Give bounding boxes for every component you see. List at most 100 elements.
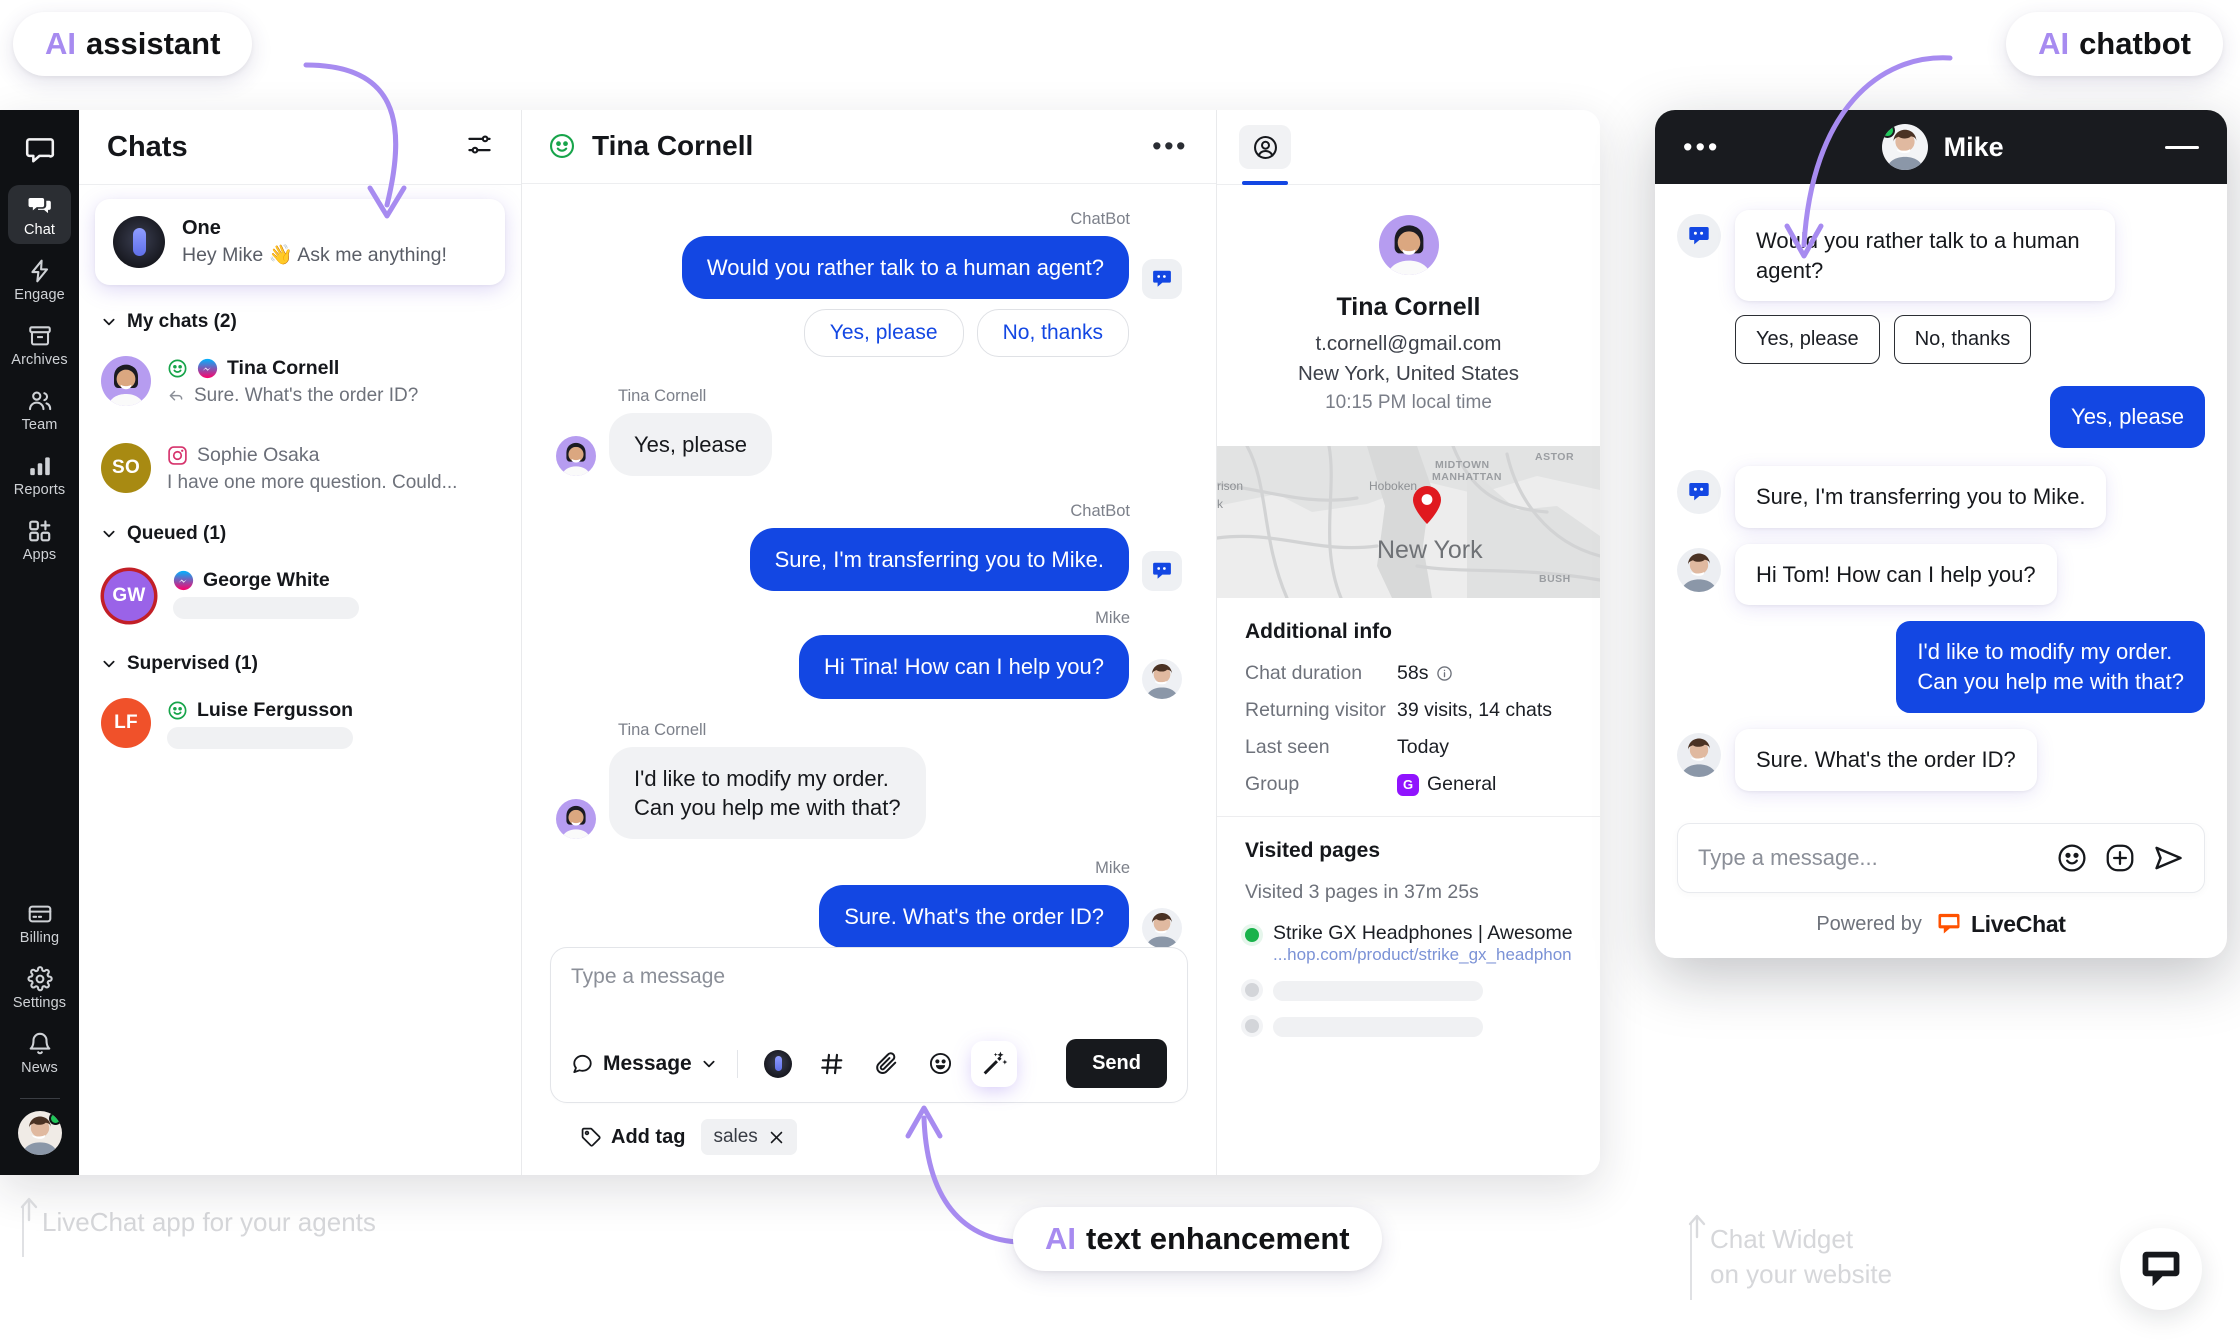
- widget-quick-reply-no[interactable]: No, thanks: [1893, 315, 2032, 365]
- composer-mode-label: Message: [603, 1051, 692, 1075]
- message-row: Sure. What's the order ID?: [556, 885, 1182, 947]
- sidebar-item-news-label: News: [21, 1060, 58, 1076]
- chat-group-queued[interactable]: Queued (1): [101, 523, 505, 545]
- visited-page-text: Strike GX Headphones | Awesome ...hop.co…: [1273, 922, 1573, 965]
- one-ai-icon[interactable]: [758, 1044, 798, 1084]
- widget-footer: Type a message... Powered by LiveChat: [1655, 813, 2227, 958]
- avatar: [556, 436, 596, 477]
- conversation-header-left: Tina Cornell: [548, 130, 753, 162]
- visited-page-title: Strike GX Headphones | Awesome: [1273, 922, 1573, 944]
- sidebar-item-chat-label: Chat: [23, 222, 56, 238]
- info-value: 39 visits, 14 chats: [1397, 699, 1552, 721]
- conversation-title: Tina Cornell: [592, 130, 754, 162]
- message-composer: Type a message Message Send: [550, 947, 1188, 1103]
- visited-page-item[interactable]: Strike GX Headphones | Awesome ...hop.co…: [1245, 922, 1573, 965]
- widget-message-bubble: I'd like to modify my order. Can you hel…: [1896, 621, 2205, 713]
- add-tag-label: Add tag: [611, 1125, 686, 1148]
- sidebar-item-billing-label: Billing: [19, 930, 60, 946]
- chat-group-supervised[interactable]: Supervised (1): [101, 653, 505, 675]
- svg-text:BUSH: BUSH: [1539, 573, 1571, 585]
- sidebar-item-chat[interactable]: Chat: [8, 185, 71, 244]
- message-group-tina-2: Tina Cornell I'd like to modify my order…: [556, 721, 1182, 840]
- widget-header: ••• Mike: [1655, 110, 2227, 184]
- quick-reply-no[interactable]: No, thanks: [976, 308, 1129, 357]
- callout-ai-chatbot: AI chatbot: [2006, 12, 2223, 76]
- message-group-mike-2: Mike Sure. What's the order ID?: [556, 859, 1182, 947]
- more-horizontal-icon[interactable]: •••: [1152, 132, 1188, 160]
- visited-page-item[interactable]: [1245, 1013, 1572, 1037]
- chat-list-item-george[interactable]: GW George White: [95, 561, 505, 631]
- send-button[interactable]: Send: [1066, 1039, 1167, 1088]
- chat-list-item-luise[interactable]: LF Luise Fergusson: [95, 691, 505, 756]
- chat-bubble-icon: [2142, 1251, 2180, 1287]
- tag-chip-sales[interactable]: sales: [701, 1119, 797, 1155]
- sidebar-item-team[interactable]: Team: [8, 380, 71, 439]
- callout-ai-assistant-text: assistant: [86, 26, 221, 61]
- send-plane-icon[interactable]: [2152, 842, 2184, 874]
- widget-message-row: Yes, please: [1677, 386, 2205, 449]
- visited-page-item[interactable]: [1245, 977, 1572, 1001]
- chat-widget-launcher-button[interactable]: [2120, 1228, 2202, 1310]
- ai-assistant-card-one[interactable]: One Hey Mike 👋 Ask me anything!: [95, 199, 505, 285]
- message-group-mike-1: Mike Hi Tina! How can I help you?: [556, 609, 1182, 699]
- customer-local-time: 10:15 PM local time: [1325, 392, 1492, 413]
- current-user-avatar[interactable]: [17, 1111, 62, 1155]
- sidebar-item-billing[interactable]: Billing: [8, 893, 71, 952]
- more-horizontal-icon[interactable]: •••: [1683, 133, 1720, 161]
- chatbot-icon: [1153, 563, 1171, 580]
- chevron-down-icon: [703, 1060, 715, 1067]
- sidebar-item-archives[interactable]: Archives: [8, 315, 71, 374]
- screenshot-root: AI assistant AI chatbot AI text enhancem…: [0, 0, 2240, 1340]
- hash-icon[interactable]: [812, 1044, 852, 1084]
- magic-wand-icon[interactable]: [974, 1043, 1015, 1084]
- additional-info-section: Additional info Chat duration 58s Return…: [1217, 598, 1600, 816]
- chat-group-label: Supervised (1): [127, 653, 258, 674]
- info-value: 58s: [1397, 662, 1429, 684]
- sidebar-item-settings[interactable]: Settings: [8, 958, 71, 1017]
- info-value: Today: [1397, 736, 1450, 758]
- callout-chatbot-ai-prefix: AI: [2038, 26, 2070, 61]
- info-key: Group: [1245, 773, 1300, 795]
- emoji-icon[interactable]: [920, 1044, 960, 1084]
- minimize-icon[interactable]: [2165, 145, 2199, 149]
- chat-list-item-sophie[interactable]: SO Sophie Osaka I have one more question…: [95, 436, 505, 501]
- message-input[interactable]: Type a message: [571, 965, 1167, 1027]
- sidebar-item-engage[interactable]: Engage: [8, 250, 71, 309]
- emoji-icon[interactable]: [2056, 842, 2088, 874]
- chat-row-snippet-placeholder: [173, 597, 359, 619]
- sidebar-item-apps-label: Apps: [22, 547, 57, 563]
- message-row: Hi Tina! How can I help you?: [556, 635, 1182, 699]
- sidebar-item-settings-label: Settings: [12, 995, 67, 1011]
- visited-page-url[interactable]: ...hop.com/product/strike_gx_headphon: [1273, 945, 1572, 964]
- quick-reply-yes[interactable]: Yes, please: [803, 308, 964, 357]
- additional-info-title: Additional info: [1245, 620, 1392, 643]
- chat-list-item-tina[interactable]: Tina Cornell Sure. What's the order ID?: [95, 349, 505, 414]
- customer-location-map[interactable]: MIDTOWN MANHATTAN ASTOR Hoboken rison k …: [1217, 446, 1600, 598]
- callout-ai-text-enhancement-text: text enhancement: [1086, 1221, 1350, 1256]
- message-group-bot-1: ChatBot Would you rather talk to a human…: [556, 210, 1182, 357]
- livechat-brand-name: LiveChat: [1970, 910, 2066, 937]
- message-author: Tina Cornell: [618, 720, 707, 739]
- instagram-icon: [168, 446, 187, 465]
- plus-circle-icon[interactable]: [2104, 842, 2136, 874]
- chat-row-snippet: I have one more question. Could...: [167, 472, 458, 493]
- sidebar-item-reports[interactable]: Reports: [8, 445, 71, 504]
- online-status-dot: [1881, 124, 1895, 138]
- add-tag-button[interactable]: Add tag: [580, 1126, 685, 1149]
- chats-header: Chats: [79, 110, 521, 185]
- sidebar-item-apps[interactable]: Apps: [8, 510, 71, 569]
- filters-icon[interactable]: [466, 131, 493, 163]
- info-key: Chat duration: [1245, 662, 1363, 684]
- messenger-icon: [197, 358, 218, 379]
- widget-quick-reply-yes[interactable]: Yes, please: [1735, 315, 1880, 365]
- widget-composer: Type a message...: [1677, 822, 2205, 893]
- composer-mode-select[interactable]: Message: [571, 1052, 717, 1076]
- chat-group-my-chats[interactable]: My chats (2): [101, 311, 505, 333]
- tag-icon: [581, 1127, 601, 1147]
- sidebar-item-news[interactable]: News: [8, 1023, 71, 1082]
- tab-customer-details[interactable]: [1239, 125, 1291, 185]
- message-row: Sure, I'm transferring you to Mike.: [556, 528, 1182, 592]
- message-row: Would you rather talk to a human agent?: [556, 235, 1182, 299]
- widget-message-input[interactable]: Type a message...: [1698, 845, 2040, 871]
- attachment-icon[interactable]: [866, 1044, 906, 1084]
